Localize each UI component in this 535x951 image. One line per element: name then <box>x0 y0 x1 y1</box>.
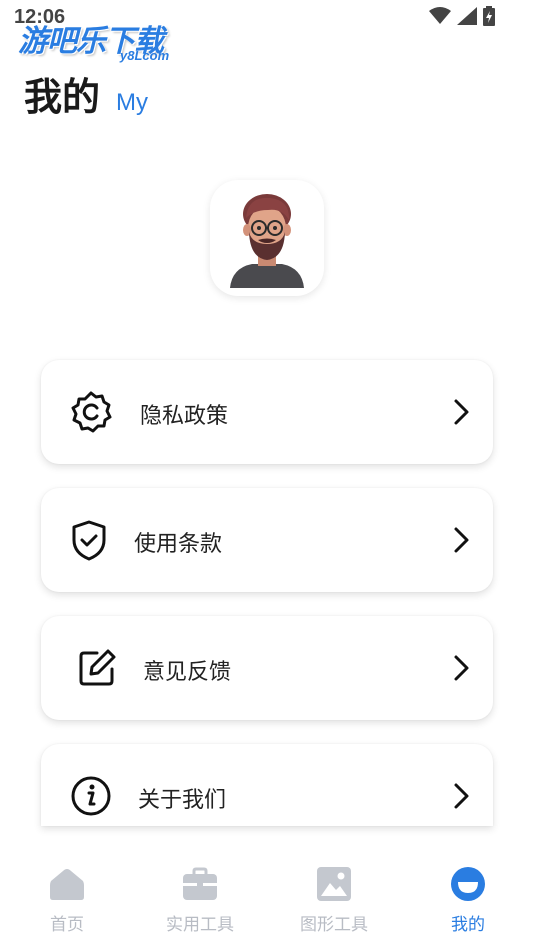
screen: 12:06 游吧乐下载 y8Lcom 我的 My 隐私政策 使用条款 意见反馈 … <box>0 0 535 951</box>
status-icons <box>429 6 495 26</box>
menu-item-privacy-policy[interactable]: 隐私政策 <box>41 360 493 464</box>
signal-icon <box>457 7 477 25</box>
watermark-subtext: y8Lcom <box>120 48 170 63</box>
page-header: 我的 My <box>24 66 148 121</box>
nav-utilities[interactable]: 实用工具 <box>145 866 255 935</box>
menu-item-label: 隐私政策 <box>140 404 229 429</box>
menu-item-about-us[interactable]: 关于我们 <box>41 744 493 826</box>
avatar-illustration <box>230 194 304 288</box>
page-title: 我的 <box>24 75 101 119</box>
nav-label: 首页 <box>50 915 84 935</box>
avatar[interactable] <box>210 180 324 296</box>
menu-item-label: 意见反馈 <box>143 660 232 685</box>
briefcase-icon <box>182 866 218 902</box>
nav-home[interactable]: 首页 <box>12 866 122 935</box>
chevron-right-icon <box>454 655 469 681</box>
menu-item-terms-of-use[interactable]: 使用条款 <box>41 488 493 592</box>
nav-label: 实用工具 <box>166 915 234 935</box>
menu-item-feedback[interactable]: 意见反馈 <box>41 616 493 720</box>
chevron-right-icon <box>454 783 469 809</box>
chevron-right-icon <box>454 527 469 553</box>
battery-icon <box>483 6 495 26</box>
info-icon <box>69 774 113 818</box>
menu-item-label: 使用条款 <box>134 532 223 557</box>
menu-item-label: 关于我们 <box>138 788 227 813</box>
wifi-icon <box>429 7 451 24</box>
nav-graphics-tools[interactable]: 图形工具 <box>279 866 389 935</box>
nav-my[interactable]: 我的 <box>413 866 523 935</box>
home-icon <box>49 866 85 902</box>
watermark-logo: 游吧乐下载 y8Lcom <box>18 16 188 68</box>
bottom-nav: 首页 实用工具 图形工具 我的 <box>0 850 535 951</box>
image-icon <box>316 866 352 902</box>
gear-icon <box>69 390 113 434</box>
shield-check-icon <box>67 518 111 562</box>
profile-icon <box>450 866 486 902</box>
nav-label: 图形工具 <box>300 915 368 935</box>
nav-label: 我的 <box>451 915 485 935</box>
page-subtitle: My <box>116 89 149 116</box>
chevron-right-icon <box>454 399 469 425</box>
edit-icon <box>75 646 119 690</box>
